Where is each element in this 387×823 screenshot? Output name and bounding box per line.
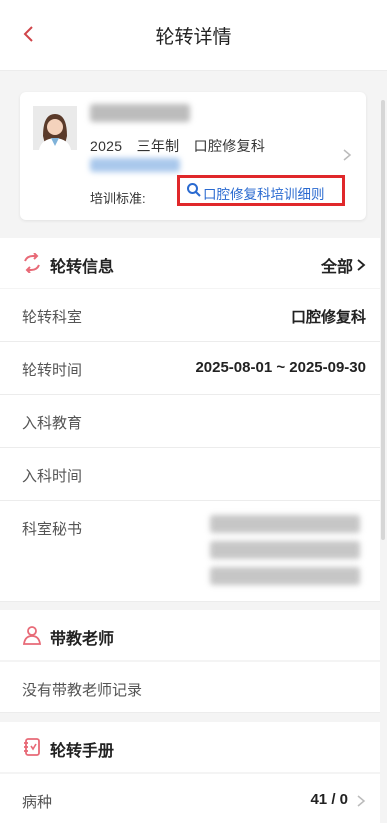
handbook-row-disease[interactable]: 病种 41 / 0 xyxy=(0,774,380,823)
nav-bar: 轮转详情 xyxy=(0,0,387,71)
contact-redacted xyxy=(90,158,180,172)
row-label: 轮转科室 xyxy=(22,309,83,326)
teacher-empty-text: 没有带教老师记录 xyxy=(22,682,143,699)
rotate-icon xyxy=(24,253,40,273)
chevron-right-icon xyxy=(357,795,366,807)
row-label: 病种 xyxy=(22,794,53,811)
secretary-redacted xyxy=(210,515,360,533)
training-standard-text: 口腔修复科培训细则 xyxy=(203,187,325,202)
search-icon xyxy=(187,183,201,197)
name-redacted xyxy=(90,104,190,122)
teacher-header: 带教老师 xyxy=(0,610,380,660)
training-year: 2025 xyxy=(90,138,123,154)
chevron-right-icon xyxy=(343,149,352,161)
row-label: 入科时间 xyxy=(22,468,83,485)
training-duration: 三年制 xyxy=(136,138,180,154)
training-standard-link[interactable]: 口腔修复科培训细则 xyxy=(177,175,345,206)
view-all-button[interactable]: 全部 xyxy=(321,253,366,277)
row-department: 轮转科室 口腔修复科 xyxy=(0,289,380,342)
avatar xyxy=(33,106,77,150)
profile-card[interactable]: 2025 三年制 口腔修复科 培训标准: 口腔修复科培训细则 xyxy=(20,92,366,220)
row-label: 入科教育 xyxy=(22,415,83,432)
secretary-redacted xyxy=(210,567,360,585)
teacher-empty-row: 没有带教老师记录 xyxy=(0,662,380,713)
row-rotation-time: 轮转时间 2025-08-01 ~ 2025-09-30 xyxy=(0,342,380,395)
training-standard-label: 培训标准: xyxy=(90,191,146,206)
row-label: 科室秘书 xyxy=(22,521,83,538)
page-title: 轮转详情 xyxy=(155,27,232,48)
row-value: 2025-08-01 ~ 2025-09-30 xyxy=(195,359,366,376)
row-secretary: 科室秘书 xyxy=(0,501,380,602)
view-all-label: 全部 xyxy=(320,259,353,276)
person-icon xyxy=(22,626,42,645)
handbook-header: 轮转手册 xyxy=(0,722,380,772)
specialty: 口腔修复科 xyxy=(193,138,266,154)
trainee-info: 2025 三年制 口腔修复科 xyxy=(90,136,275,156)
handbook-icon xyxy=(24,738,40,756)
row-label: 轮转时间 xyxy=(22,362,83,379)
rotation-info-title: 轮转信息 xyxy=(50,259,115,276)
teacher-title: 带教老师 xyxy=(50,631,115,648)
rotation-info-header: 轮转信息 全部 xyxy=(0,238,380,288)
row-entry-time: 入科时间 xyxy=(0,448,380,501)
row-orientation: 入科教育 xyxy=(0,395,380,448)
handbook-title: 轮转手册 xyxy=(50,743,115,760)
row-value: 41 / 0 xyxy=(310,791,348,808)
secretary-redacted xyxy=(210,541,360,559)
chevron-right-icon xyxy=(357,259,366,271)
row-value: 口腔修复科 xyxy=(290,309,366,326)
scrollbar[interactable] xyxy=(381,100,385,540)
